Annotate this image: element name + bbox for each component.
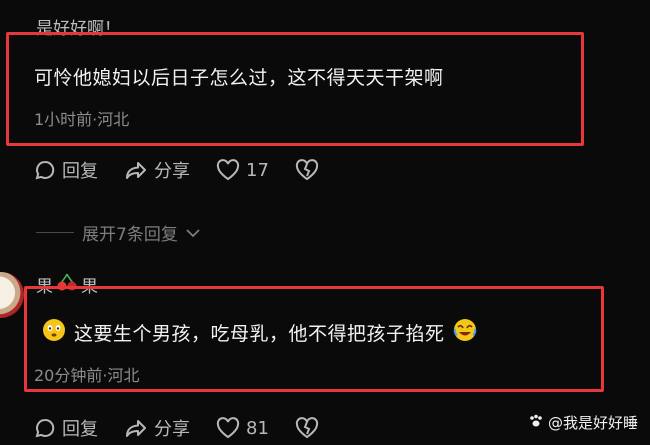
heart-icon <box>216 159 240 181</box>
comment2-reply-button[interactable]: 回复 <box>34 415 98 441</box>
like-count: 81 <box>246 417 269 439</box>
share-icon <box>124 159 148 181</box>
reply-label: 回复 <box>62 419 98 440</box>
comment1-like-button[interactable]: 17 <box>216 157 269 183</box>
broken-heart-icon <box>295 417 319 439</box>
expand-replies-button[interactable]: 展开7条回复 <box>36 220 200 245</box>
reply-label: 回复 <box>62 161 98 182</box>
share-label: 分享 <box>154 419 190 440</box>
comment2-dislike-button[interactable] <box>295 415 319 441</box>
comment2-text: 这要生个男孩，吃母乳，他不得把孩子掐死 <box>74 323 445 345</box>
comment2-share-button[interactable]: 分享 <box>124 415 190 441</box>
expand-divider <box>36 232 74 233</box>
chevron-down-icon <box>186 223 200 243</box>
comment2-meta: 20分钟前·河北 <box>34 366 140 385</box>
comment1-dislike-button[interactable] <box>295 157 319 183</box>
like-count: 17 <box>246 159 269 181</box>
comment2-like-button[interactable]: 81 <box>216 415 269 441</box>
share-icon <box>124 417 148 439</box>
comment2-actions: 回复 分享 81 <box>34 415 319 441</box>
comment1-reply-button[interactable]: 回复 <box>34 157 98 183</box>
expand-replies-label: 展开7条回复 <box>82 225 178 245</box>
worried-face-icon <box>42 318 66 347</box>
share-label: 分享 <box>154 161 190 182</box>
avatar[interactable] <box>0 272 24 318</box>
paw-icon <box>528 413 544 433</box>
reply-icon <box>34 417 56 439</box>
comment1-share-button[interactable]: 分享 <box>124 157 190 183</box>
crying-laughing-icon <box>453 318 477 347</box>
heart-icon <box>216 417 240 439</box>
watermark: @我是好好睡 <box>528 412 638 433</box>
comment1-text: 可怜他媳妇以后日子怎么过，这不得天天干架啊 <box>34 67 444 89</box>
comment1-meta: 1小时前·河北 <box>34 110 130 129</box>
broken-heart-icon <box>295 159 319 181</box>
comment2-text-row: 这要生个男孩，吃母乳，他不得把孩子掐死 <box>42 318 477 347</box>
reply-icon <box>34 159 56 181</box>
watermark-text: @我是好好睡 <box>547 414 638 432</box>
comment1-actions: 回复 分享 17 <box>34 157 319 183</box>
